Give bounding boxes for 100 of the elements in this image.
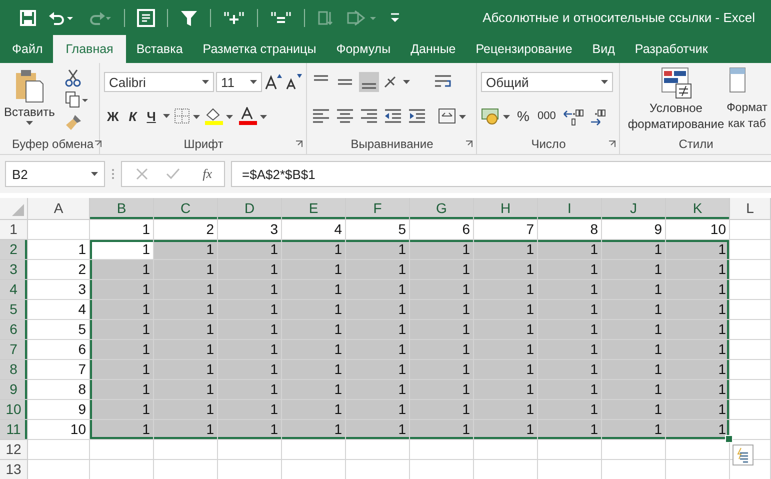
quote-plus-icon[interactable] <box>223 10 245 26</box>
table-cell: 1 <box>218 360 282 380</box>
filter-icon[interactable] <box>180 8 198 26</box>
grow-font-icon[interactable] <box>264 73 282 91</box>
table-cell: 1 <box>538 380 602 400</box>
conditional-formatting-button[interactable]: Условное форматирование <box>626 67 726 134</box>
empty-cell <box>154 440 218 460</box>
ribbon-tab[interactable]: Разметка страницы <box>192 35 326 63</box>
ribbon-tab[interactable]: Файл <box>2 35 53 63</box>
caret-icon <box>91 172 98 176</box>
column-header[interactable]: K <box>666 198 730 220</box>
column-header[interactable]: A <box>28 198 90 220</box>
brush-icon[interactable] <box>64 113 83 131</box>
shrink-font-icon[interactable] <box>284 73 302 91</box>
caret-icon <box>250 80 257 84</box>
row-header[interactable]: 10 <box>0 400 28 420</box>
font-size-field[interactable]: 11 <box>216 72 262 92</box>
empty-cell <box>346 440 410 460</box>
column-header[interactable]: C <box>154 198 218 220</box>
scissors-icon[interactable] <box>64 69 81 87</box>
name-box[interactable]: B2 <box>5 161 105 187</box>
row-header[interactable]: 7 <box>0 340 28 360</box>
column-header[interactable]: J <box>602 198 666 220</box>
table-cell: 1 <box>218 380 282 400</box>
fill-color-icon[interactable] <box>204 107 234 125</box>
empty-cell <box>90 440 154 460</box>
formula-input[interactable]: =$A$2*$B$1 <box>231 161 771 187</box>
table-cell: 1 <box>218 300 282 320</box>
table-cell: 1 <box>90 260 154 280</box>
table-cell: 1 <box>666 300 730 320</box>
column-header[interactable]: G <box>410 198 474 220</box>
table-cell: 1 <box>410 280 474 300</box>
customize-icon[interactable] <box>389 10 401 24</box>
font-color-icon[interactable] <box>238 107 268 125</box>
ribbon-tab[interactable]: Вставка <box>126 35 193 63</box>
table-cell: 1 <box>154 300 218 320</box>
undo-icon[interactable] <box>48 10 74 26</box>
table-cell: 1 <box>410 360 474 380</box>
row-header[interactable]: 2 <box>0 240 28 260</box>
quick-analysis-icon[interactable] <box>732 444 754 466</box>
underline-button[interactable]: Ч <box>144 108 159 124</box>
percent-button[interactable]: % <box>515 108 532 124</box>
quote-equals-icon[interactable] <box>270 10 292 26</box>
table-cell: 1 <box>346 300 410 320</box>
fill-handle[interactable] <box>725 435 733 443</box>
row-header[interactable]: 9 <box>0 380 28 400</box>
dialog-launcher-icon[interactable] <box>295 140 303 148</box>
column-header[interactable]: H <box>474 198 538 220</box>
table-cell: 1 <box>474 260 538 280</box>
row-header[interactable]: 4 <box>0 280 28 300</box>
save-icon[interactable] <box>20 10 36 26</box>
check-icon[interactable] <box>166 168 180 180</box>
row-header[interactable]: 8 <box>0 360 28 380</box>
bold-button[interactable]: Ж <box>104 108 122 124</box>
column-header[interactable]: I <box>538 198 602 220</box>
font-name-field[interactable]: Calibri <box>104 72 214 92</box>
empty-cell <box>282 440 346 460</box>
row-header[interactable]: 11 <box>0 420 28 440</box>
table-cell: 1 <box>474 280 538 300</box>
drag-handle-icon[interactable] <box>111 168 115 180</box>
row-header[interactable]: 13 <box>0 460 28 479</box>
table-cell: 1 <box>666 380 730 400</box>
dialog-launcher-icon[interactable] <box>465 140 473 148</box>
ribbon-tab[interactable]: Рецензирование <box>466 35 582 63</box>
row-header[interactable]: 1 <box>0 220 28 240</box>
table-cell: 1 <box>666 400 730 420</box>
row-header[interactable]: 12 <box>0 440 28 460</box>
ribbon-tab[interactable]: Данные <box>400 35 466 63</box>
column-header[interactable]: E <box>282 198 346 220</box>
align-bottom-icon[interactable] <box>359 72 379 92</box>
table-cell: 1 <box>410 400 474 420</box>
ribbon-tab[interactable]: Разработчик <box>624 35 718 63</box>
ribbon-tab[interactable]: Главная <box>52 35 126 63</box>
column-header[interactable]: D <box>218 198 282 220</box>
caret-icon[interactable] <box>162 114 170 118</box>
merge-cells-icon[interactable] <box>437 106 467 126</box>
italic-button[interactable]: К <box>126 108 140 124</box>
row-header[interactable]: 5 <box>0 300 28 320</box>
insert-function-button[interactable]: fx <box>202 166 212 182</box>
borders-icon[interactable] <box>174 108 200 124</box>
table-cell: 1 <box>346 380 410 400</box>
column-header[interactable]: F <box>346 198 410 220</box>
paste-button[interactable]: Вставить <box>4 69 55 134</box>
currency-icon[interactable] <box>481 106 511 126</box>
table-cell: 1 <box>218 240 282 260</box>
table-cell: 1 <box>602 340 666 360</box>
column-header[interactable]: B <box>90 198 154 220</box>
ribbon-tab[interactable]: Вид <box>582 35 625 63</box>
form-icon[interactable] <box>137 8 155 26</box>
ribbon-tab[interactable]: Формулы <box>326 35 401 63</box>
copy-icon[interactable] <box>64 91 89 109</box>
table-cell: 1 <box>154 260 218 280</box>
number-format-field[interactable]: Общий <box>481 72 613 92</box>
thousands-separator-button[interactable]: 000 <box>535 110 558 122</box>
format-as-table-button[interactable]: Формат как таб <box>726 67 768 134</box>
column-header[interactable]: L <box>730 198 771 220</box>
row-header[interactable]: 3 <box>0 260 28 280</box>
row-header[interactable]: 6 <box>0 320 28 340</box>
dialog-launcher-icon[interactable] <box>94 140 102 148</box>
dialog-launcher-icon[interactable] <box>608 140 616 148</box>
